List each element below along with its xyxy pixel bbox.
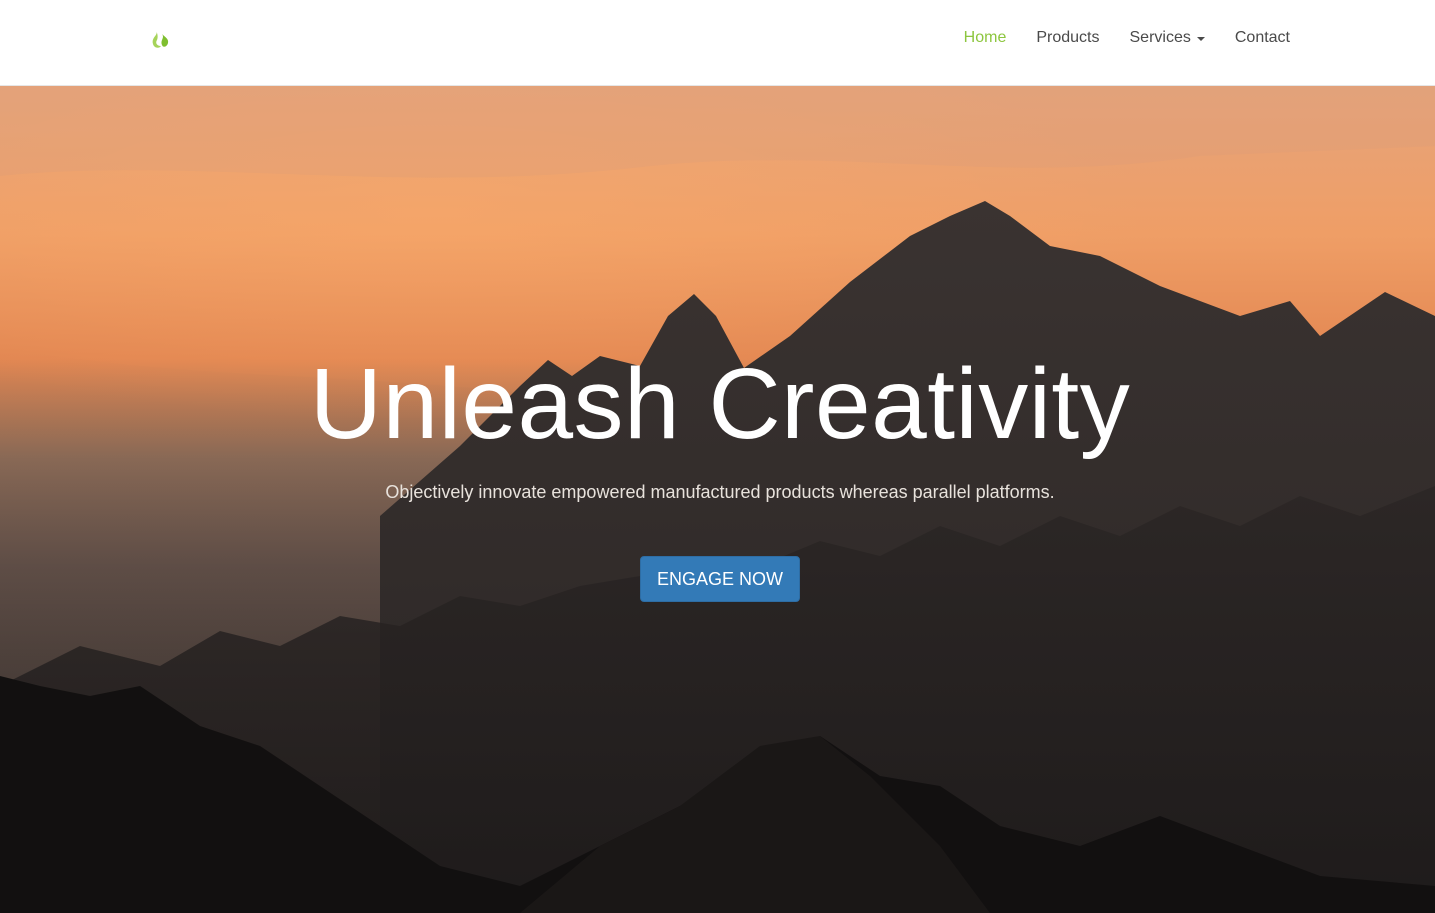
hero-headline: Unleash Creativity [309,348,1131,460]
main-nav: Home Products Services Contact [934,29,1290,47]
nav-item-label: Contact [1234,29,1290,46]
hero-section: Unleash Creativity Objectively innovate … [0,86,1435,913]
engage-now-button[interactable]: ENGAGE NOW [640,556,800,602]
nav-item-services[interactable]: Services [1130,29,1205,47]
nav-item-label: Home [963,29,1007,46]
hero-content: Unleash Creativity Objectively innovate … [0,86,1435,913]
flame-icon [148,28,170,52]
nav-item-home[interactable]: Home [964,29,1007,47]
nav-item-label: Products [1036,29,1100,46]
brand-logo[interactable] [148,28,170,52]
nav-item-contact[interactable]: Contact [1235,29,1290,47]
hero-subtext: Objectively innovate empowered manufactu… [385,482,1055,502]
top-navbar: Home Products Services Contact [0,0,1435,86]
caret-down-icon [1196,37,1205,41]
nav-item-products[interactable]: Products [1036,29,1099,47]
nav-item-label: Services [1129,29,1191,46]
